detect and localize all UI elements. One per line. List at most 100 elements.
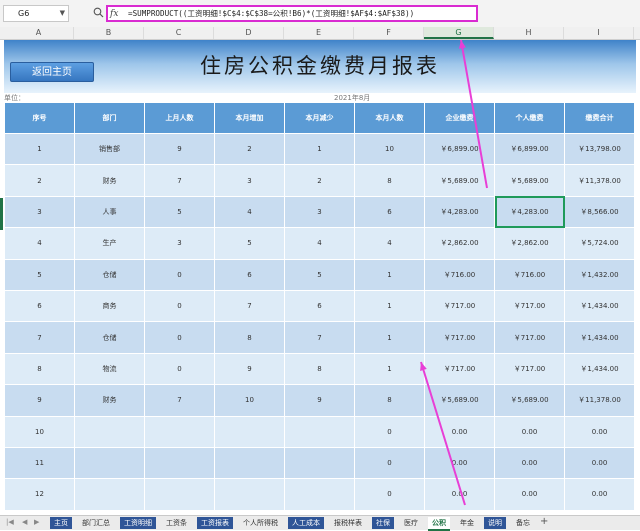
chevron-down-icon[interactable]: ▼	[60, 6, 65, 21]
table-cell[interactable]	[144, 446, 215, 480]
table-cell[interactable]: 4	[214, 195, 285, 229]
first-sheet-icon[interactable]: |◀	[6, 518, 14, 526]
table-cell[interactable]: 7	[214, 289, 285, 323]
table-cell[interactable]: 1	[284, 132, 355, 166]
table-cell[interactable]	[74, 478, 145, 511]
sheet-tab[interactable]: 社保	[372, 517, 394, 529]
column-header-h[interactable]: H	[494, 27, 564, 39]
add-sheet-icon[interactable]: +	[540, 516, 548, 527]
table-cell[interactable]: ￥717.00	[424, 289, 495, 323]
table-cell[interactable]: ￥2,862.00	[424, 227, 495, 260]
table-cell[interactable]: 0	[354, 478, 425, 511]
table-cell[interactable]: ￥1,434.00	[564, 352, 635, 386]
table-cell[interactable]: 人事	[74, 195, 145, 229]
table-cell[interactable]: ￥717.00	[494, 289, 565, 323]
table-cell[interactable]: 7	[284, 321, 355, 354]
table-cell[interactable]: 4	[354, 227, 425, 260]
sheet-tab[interactable]: 工资报表	[197, 517, 233, 529]
table-cell[interactable]: 5	[284, 258, 355, 291]
zoom-icon[interactable]	[93, 7, 104, 18]
table-cell[interactable]: 10	[354, 132, 425, 166]
table-cell[interactable]: ￥5,689.00	[424, 164, 495, 197]
table-cell[interactable]: 0.00	[564, 446, 635, 480]
table-cell[interactable]: ￥6,899.00	[494, 132, 565, 166]
table-cell[interactable]	[214, 446, 285, 480]
table-cell[interactable]: 8	[214, 321, 285, 354]
table-cell[interactable]: 7	[144, 164, 215, 197]
table-cell[interactable]: 仓储	[74, 258, 145, 291]
table-cell[interactable]: ￥717.00	[424, 352, 495, 386]
table-cell[interactable]: 8	[354, 164, 425, 197]
table-cell[interactable]: 2	[284, 164, 355, 197]
table-cell[interactable]: ￥8,566.00	[564, 195, 635, 229]
table-cell[interactable]	[284, 415, 355, 448]
sheet-tab[interactable]: 说明	[484, 517, 506, 529]
table-cell[interactable]: 0.00	[424, 478, 495, 511]
table-cell[interactable]: 0.00	[564, 415, 635, 448]
table-cell[interactable]	[74, 415, 145, 448]
table-cell[interactable]: 5	[214, 227, 285, 260]
table-cell[interactable]: ￥5,689.00	[424, 384, 495, 417]
sheet-tab[interactable]: 工资条	[162, 517, 191, 529]
table-cell[interactable]: ￥6,899.00	[424, 132, 495, 166]
table-cell[interactable]: ￥11,378.00	[564, 164, 635, 197]
table-cell[interactable]: 仓储	[74, 321, 145, 354]
column-header-i[interactable]: I	[564, 27, 634, 39]
sheet-tab[interactable]: 医疗	[400, 517, 422, 529]
sheet-tab[interactable]: 人工成本	[288, 517, 324, 529]
table-cell[interactable]: 2	[214, 132, 285, 166]
table-cell[interactable]: 11	[4, 446, 75, 480]
table-cell[interactable]: 0.00	[424, 446, 495, 480]
table-cell[interactable]: 6	[354, 195, 425, 229]
table-cell[interactable]: 0.00	[424, 415, 495, 448]
table-cell[interactable]: 0	[144, 289, 215, 323]
sheet-tab[interactable]: 备忘	[512, 517, 534, 529]
table-cell[interactable]	[144, 415, 215, 448]
sheet-tab[interactable]: 工资明细	[120, 517, 156, 529]
table-cell[interactable]: 1	[354, 321, 425, 354]
table-cell[interactable]: 0	[354, 446, 425, 480]
table-cell[interactable]: ￥4,283.00	[424, 195, 495, 229]
table-cell[interactable]: ￥11,378.00	[564, 384, 635, 417]
table-cell[interactable]: 物流	[74, 352, 145, 386]
table-cell[interactable]	[74, 446, 145, 480]
table-cell[interactable]: 12	[4, 478, 75, 511]
table-cell[interactable]: 0	[144, 321, 215, 354]
table-cell[interactable]: 0.00	[494, 446, 565, 480]
table-cell[interactable]	[214, 478, 285, 511]
table-cell[interactable]: 0.00	[494, 415, 565, 448]
table-cell[interactable]: 7	[4, 321, 75, 354]
table-cell[interactable]: 1	[354, 352, 425, 386]
column-header-f[interactable]: F	[354, 27, 424, 39]
table-cell[interactable]: ￥2,862.00	[494, 227, 565, 260]
table-cell[interactable]: ￥717.00	[494, 352, 565, 386]
table-cell[interactable]: 1	[354, 258, 425, 291]
table-cell[interactable]: 6	[214, 258, 285, 291]
table-cell[interactable]: ￥1,432.00	[564, 258, 635, 291]
table-cell[interactable]: 9	[214, 352, 285, 386]
sheet-tab[interactable]: 主页	[50, 517, 72, 529]
table-cell[interactable]: 0	[144, 352, 215, 386]
table-cell[interactable]: 3	[144, 227, 215, 260]
table-cell[interactable]: 4	[284, 227, 355, 260]
sheet-tab[interactable]: 年金	[456, 517, 478, 529]
next-sheet-icon[interactable]: ▶	[34, 518, 39, 526]
column-header-d[interactable]: D	[214, 27, 284, 39]
column-header-e[interactable]: E	[284, 27, 354, 39]
table-cell[interactable]: 6	[284, 289, 355, 323]
column-header-a[interactable]: A	[4, 27, 74, 39]
table-cell[interactable]: 3	[214, 164, 285, 197]
sheet-tab[interactable]: 部门汇总	[78, 517, 114, 529]
prev-sheet-icon[interactable]: ◀	[22, 518, 27, 526]
table-cell[interactable]: 9	[4, 384, 75, 417]
table-cell[interactable]: 0.00	[564, 478, 635, 511]
table-cell[interactable]: 财务	[74, 384, 145, 417]
table-cell[interactable]: 商务	[74, 289, 145, 323]
column-header-c[interactable]: C	[144, 27, 214, 39]
table-cell[interactable]: 8	[284, 352, 355, 386]
table-cell[interactable]: 7	[144, 384, 215, 417]
table-cell[interactable]: ￥5,689.00	[494, 384, 565, 417]
sheet-tab[interactable]: 个人所得税	[239, 517, 282, 529]
table-cell[interactable]: ￥5,689.00	[494, 164, 565, 197]
table-cell[interactable]	[284, 446, 355, 480]
